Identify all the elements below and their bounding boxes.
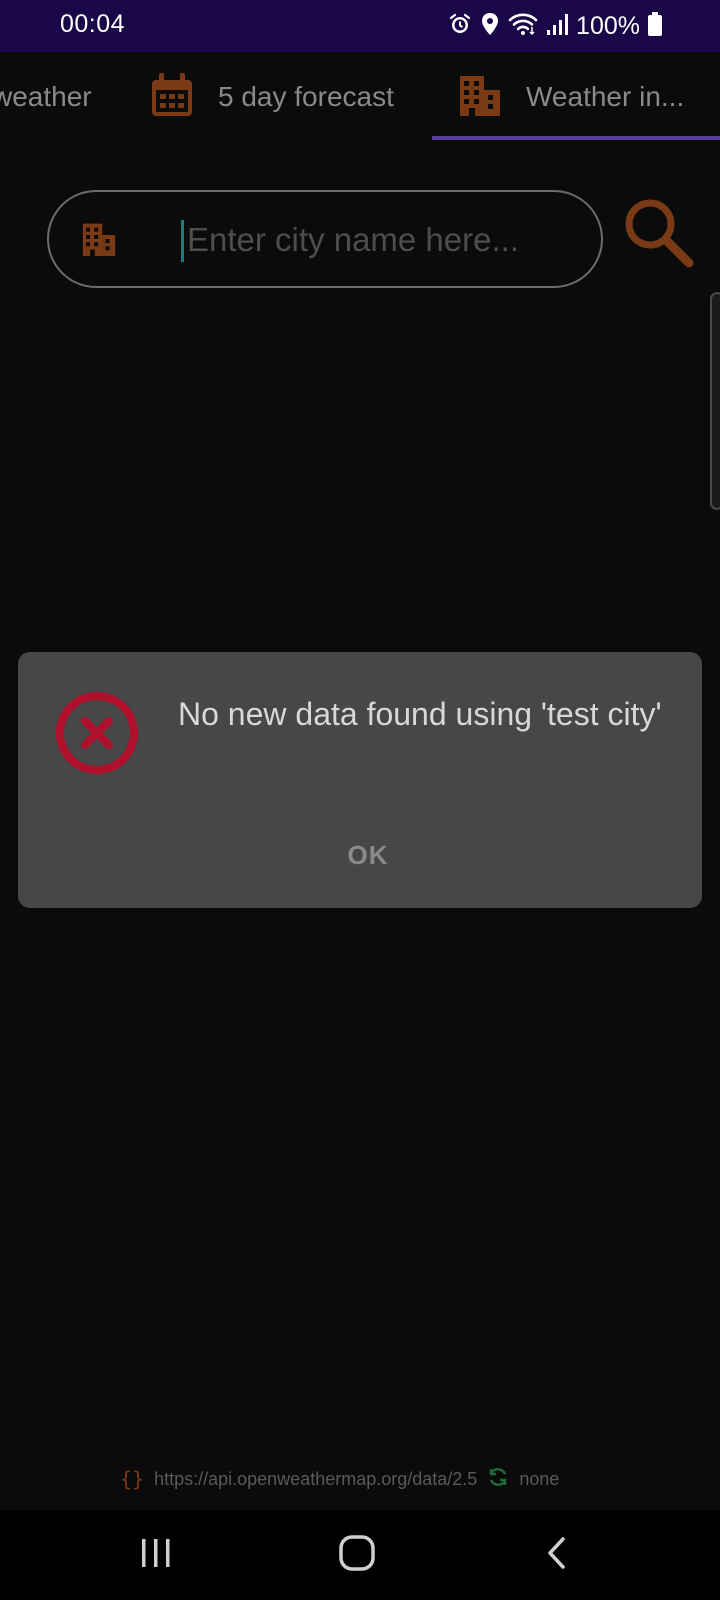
tab-label: 5 day forecast xyxy=(218,81,394,112)
api-footer: {} https://api.openweathermap.org/data/2… xyxy=(120,1464,559,1494)
tab-current-weather[interactable]: weather xyxy=(0,52,92,142)
braces-icon: {} xyxy=(120,1467,145,1491)
search-button[interactable] xyxy=(622,196,696,270)
error-dialog: No new data found using 'test city' OK xyxy=(18,652,702,908)
text-cursor xyxy=(181,220,184,262)
status-time: 00:04 xyxy=(60,10,126,38)
tab-5-day-forecast[interactable]: 5 day forecast xyxy=(150,52,394,142)
city-search-field[interactable] xyxy=(47,190,603,288)
tab-bar: weather 5 day forecast Weather in... xyxy=(0,52,720,142)
location-icon xyxy=(480,12,500,41)
battery-icon xyxy=(648,11,662,41)
ok-button[interactable]: OK xyxy=(308,830,428,880)
recent-apps-icon xyxy=(139,1536,173,1575)
home-button[interactable] xyxy=(327,1530,387,1580)
sync-status: none xyxy=(519,1468,560,1489)
tab-indicator xyxy=(432,136,720,140)
alarm-icon xyxy=(448,12,472,41)
scrollbar[interactable] xyxy=(710,292,720,510)
city-search-input[interactable] xyxy=(187,214,567,266)
recent-apps-button[interactable] xyxy=(126,1530,186,1580)
wifi-icon xyxy=(508,12,538,41)
dialog-message: No new data found using 'test city' xyxy=(178,696,662,732)
signal-icon xyxy=(546,12,569,41)
tab-label: weather xyxy=(0,81,92,112)
calendar-icon xyxy=(150,72,194,123)
status-bar: 00:04 100% xyxy=(0,0,720,52)
home-icon xyxy=(338,1534,376,1577)
refresh-icon xyxy=(487,1466,509,1493)
error-icon xyxy=(54,690,140,781)
status-icons: 100% xyxy=(448,10,662,42)
city-icon xyxy=(458,74,502,121)
api-url: https://api.openweathermap.org/data/2.5 xyxy=(154,1468,478,1489)
system-nav-bar xyxy=(0,1510,720,1600)
search-icon xyxy=(622,199,696,274)
battery-percent: 100% xyxy=(576,11,640,40)
tab-weather-in-city[interactable]: Weather in... xyxy=(458,52,684,142)
tab-label: Weather in... xyxy=(526,81,685,112)
back-button[interactable] xyxy=(528,1530,588,1580)
back-icon xyxy=(543,1536,573,1575)
city-icon xyxy=(81,222,117,261)
